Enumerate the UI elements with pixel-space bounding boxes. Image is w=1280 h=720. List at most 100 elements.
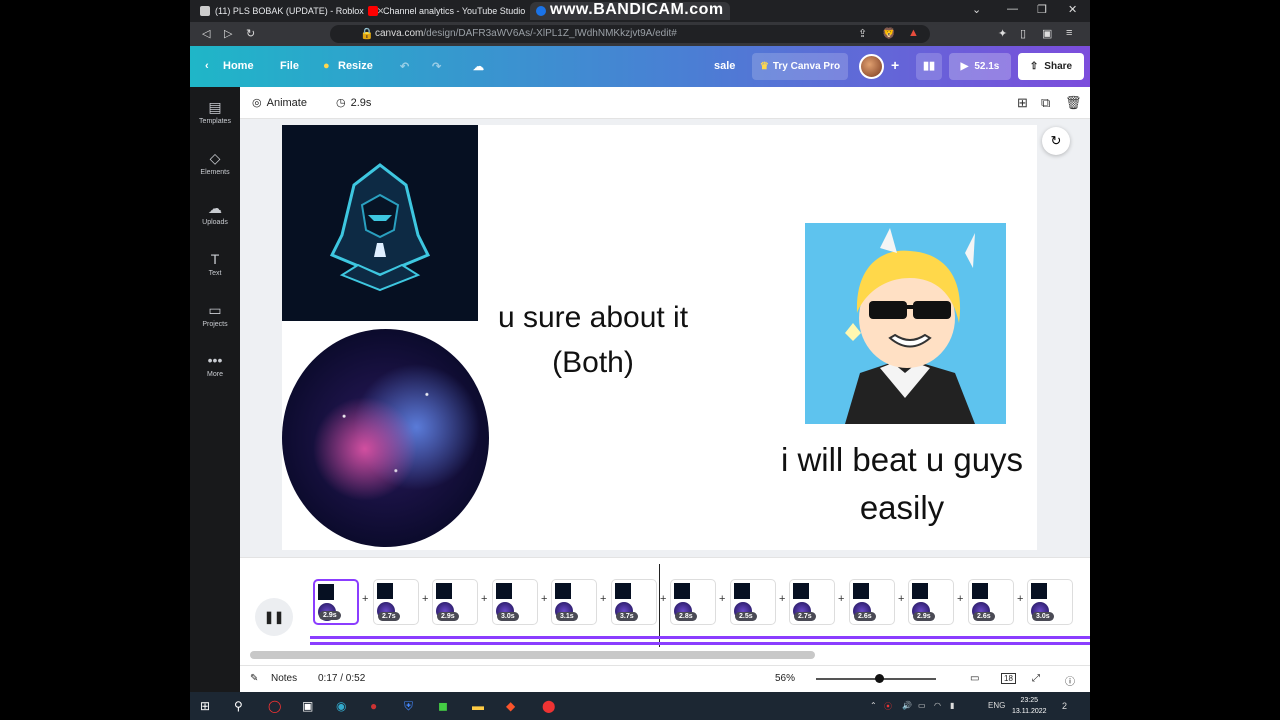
shield-icon[interactable]: ⛨ <box>404 699 413 714</box>
sidebar-item-projects[interactable]: ▭ Projects <box>190 302 240 328</box>
share-button[interactable]: ⇧ Share <box>1018 53 1084 80</box>
avatar[interactable] <box>859 54 884 79</box>
page-thumbnail[interactable]: 2.8s <box>670 579 716 625</box>
caption-left[interactable]: u sure about it (Both) <box>478 295 708 385</box>
pause-button[interactable]: ❚❚ <box>255 598 293 636</box>
page-thumbnail[interactable]: 2.9s <box>313 579 359 625</box>
help-icon[interactable]: ⓘ <box>1065 673 1075 688</box>
opera-icon[interactable]: ◯ <box>268 699 281 713</box>
page-thumbnail[interactable]: 3.0s <box>492 579 538 625</box>
timeline-scrollbar[interactable] <box>250 651 815 659</box>
bandicam-icon[interactable]: ⬤ <box>542 699 555 713</box>
undo-icon[interactable]: ↶ <box>400 60 409 73</box>
add-page-between-icon[interactable]: + <box>600 593 606 605</box>
file-menu[interactable]: File <box>280 60 299 72</box>
audio-track[interactable] <box>310 642 1090 645</box>
page-thumbnail[interactable]: 2.7s <box>373 579 419 625</box>
delete-page-icon[interactable]: 🗑 <box>1065 95 1082 111</box>
sidebar-item-templates[interactable]: ▤ Templates <box>190 99 240 125</box>
wifi-icon[interactable]: ◠ <box>934 701 941 710</box>
close-window-icon[interactable]: ✕ <box>1068 3 1077 16</box>
page-thumbnail[interactable]: 2.7s <box>789 579 835 625</box>
page-count[interactable]: 18 <box>1001 673 1016 684</box>
forward-icon[interactable]: ▷ <box>224 27 232 40</box>
page-thumbnail[interactable]: 3.0s <box>1027 579 1073 625</box>
add-page-between-icon[interactable]: + <box>541 593 547 605</box>
back-icon[interactable]: ◁ <box>202 27 210 40</box>
add-page-between-icon[interactable]: + <box>660 593 666 605</box>
zoom-value[interactable]: 56% <box>775 673 795 684</box>
sidebar-item-text[interactable]: T Text <box>190 251 240 277</box>
record-icon[interactable]: ⦿ <box>884 701 892 712</box>
add-collaborator-icon[interactable]: + <box>891 57 899 73</box>
fullscreen-icon[interactable]: ⤢ <box>1032 673 1040 684</box>
url-text[interactable]: canva.com/design/DAFR3aWV6As/-XlPL1Z_IWd… <box>375 28 677 39</box>
edge-icon[interactable]: ◉ <box>336 699 346 713</box>
tab-search-icon[interactable]: ⌄ <box>972 3 981 16</box>
language-indicator[interactable]: ENG <box>988 701 1005 710</box>
hooded-logo-image[interactable] <box>282 125 478 321</box>
speaker-icon[interactable]: 🔊 <box>902 701 912 710</box>
add-page-icon[interactable]: ⊞ <box>1017 95 1028 111</box>
add-page-between-icon[interactable]: + <box>719 593 725 605</box>
maximize-icon[interactable]: ❐ <box>1037 3 1047 16</box>
add-page-between-icon[interactable]: + <box>779 593 785 605</box>
clock[interactable]: 23:25 13.11.2022 <box>1012 695 1047 717</box>
rewards-icon[interactable]: ▲ <box>908 27 919 39</box>
chevron-left-icon[interactable]: ‹ <box>205 60 209 72</box>
try-canva-pro-button[interactable]: ♛ Try Canva Pro <box>752 53 848 80</box>
anime-character-image[interactable] <box>805 223 1006 424</box>
minimize-icon[interactable]: — <box>1007 3 1018 15</box>
redo-icon[interactable]: ↷ <box>432 60 441 73</box>
brave-icon[interactable]: ◆ <box>506 699 515 713</box>
cloud-saved-icon[interactable]: ☁ <box>473 60 484 73</box>
insights-button[interactable]: ▮▮ <box>916 53 942 80</box>
sidebar-item-more[interactable]: ••• More <box>190 352 240 378</box>
sidebar-item-elements[interactable]: ◇ Elements <box>190 150 240 176</box>
extensions-icon[interactable]: ✦ <box>998 27 1007 40</box>
windows-start-icon[interactable]: ⊞ <box>200 699 210 713</box>
notes-button[interactable]: Notes <box>271 673 297 684</box>
brave-icon[interactable]: 🦁 <box>882 27 896 40</box>
app-icon[interactable]: ● <box>370 699 377 713</box>
page-thumbnail[interactable]: 2.5s <box>730 579 776 625</box>
playhead[interactable] <box>659 564 660 647</box>
file-explorer-icon[interactable]: ▬ <box>472 699 484 713</box>
add-page-between-icon[interactable]: + <box>838 593 844 605</box>
browser-tab-youtube[interactable]: Channel analytics - YouTube Studio ✕ <box>362 2 552 20</box>
notification-badge[interactable]: 2 <box>1062 701 1067 711</box>
galaxy-circle-image[interactable] <box>282 329 489 547</box>
grid-view-icon[interactable]: ▭ <box>970 673 979 684</box>
audio-track[interactable] <box>310 636 1090 639</box>
share-page-icon[interactable]: ⇪ <box>858 27 867 40</box>
battery-icon[interactable]: ▮ <box>950 701 954 710</box>
add-page-between-icon[interactable]: + <box>481 593 487 605</box>
wallet-icon[interactable]: ▣ <box>1042 27 1052 40</box>
menu-icon[interactable]: ≡ <box>1066 27 1072 39</box>
duplicate-page-icon[interactable]: ⧉ <box>1041 95 1050 111</box>
add-page-between-icon[interactable]: + <box>362 593 368 605</box>
caption-right[interactable]: i will beat u guys easily <box>760 436 1037 532</box>
network-icon[interactable]: ▭ <box>918 701 926 710</box>
home-button[interactable]: Home <box>223 60 254 72</box>
design-page[interactable]: u sure about it (Both) i will beat u guy… <box>282 125 1037 550</box>
add-page-between-icon[interactable]: + <box>898 593 904 605</box>
page-thumbnail[interactable]: 3.1s <box>551 579 597 625</box>
game-app-icon[interactable]: ◼ <box>438 699 448 713</box>
page-thumbnail[interactable]: 2.6s <box>968 579 1014 625</box>
refresh-button[interactable]: ↻ <box>1042 127 1070 155</box>
resize-button[interactable]: Resize <box>338 60 373 72</box>
add-page-between-icon[interactable]: + <box>422 593 428 605</box>
notes-icon[interactable]: ✎ <box>250 673 258 684</box>
page-thumbnail[interactable]: 2.9s <box>908 579 954 625</box>
zoom-slider-knob[interactable] <box>875 674 884 683</box>
page-thumbnail[interactable]: 2.9s <box>432 579 478 625</box>
page-thumbnail[interactable]: 3.7s <box>611 579 657 625</box>
add-page-between-icon[interactable]: + <box>957 593 963 605</box>
search-icon[interactable]: ⚲ <box>234 699 243 713</box>
present-button[interactable]: ▶ 52.1s <box>949 53 1011 80</box>
page-thumbnail[interactable]: 2.6s <box>849 579 895 625</box>
browser-tab-roblox[interactable]: (11) PLS BOBAK (UPDATE) - Roblox ✕ <box>194 2 390 20</box>
duration-button[interactable]: ◷ 2.9s <box>336 96 371 110</box>
add-page-between-icon[interactable]: + <box>1017 593 1023 605</box>
